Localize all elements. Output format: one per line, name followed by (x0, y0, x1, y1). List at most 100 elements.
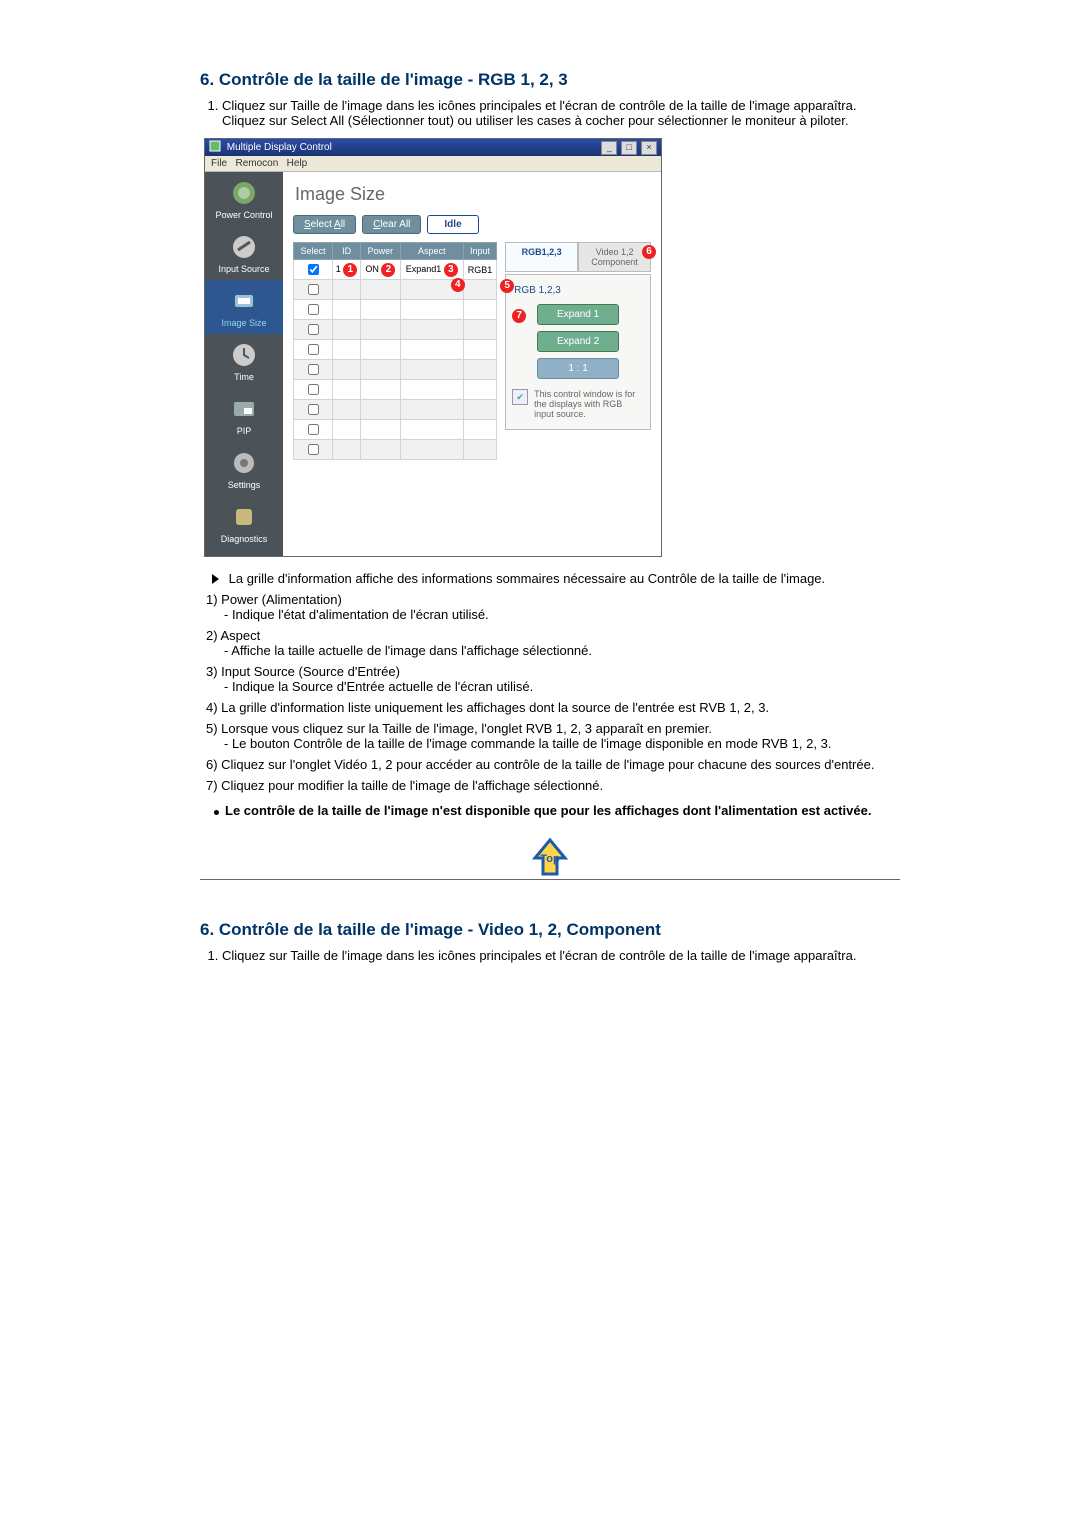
row-checkbox[interactable] (308, 304, 319, 315)
sidebar-item-diagnostics[interactable]: Diagnostics (205, 496, 283, 550)
sidebar-item-input-source[interactable]: Input Source (205, 226, 283, 280)
window-buttons: _ □ × (600, 139, 657, 156)
table-row[interactable] (294, 380, 497, 400)
info-grid-area: Select ID Power Aspect Input 1 1 ON 2 Ex… (293, 242, 497, 460)
section1-intro-item: Cliquez sur Taille de l'image dans les i… (222, 98, 900, 128)
desc-item-7: 7) Cliquez pour modifier la taille de l'… (206, 778, 900, 793)
power-icon (229, 178, 259, 208)
sidebar-label: PIP (205, 426, 283, 436)
desc-3-text: - Indique la Source d'Entrée actuelle de… (224, 679, 900, 694)
description-list: 1) Power (Alimentation) - Indique l'état… (206, 592, 900, 793)
table-row[interactable] (294, 440, 497, 460)
right-panel: RGB1,2,3 Video 1,2 Component6 5 RGB 1,2,… (505, 242, 651, 460)
col-power: Power (361, 243, 401, 260)
tab-rgb[interactable]: RGB1,2,3 (505, 242, 578, 272)
desc-3-title: 3) Input Source (Source d'Entrée) (206, 664, 400, 679)
col-id: ID (333, 243, 361, 260)
table-row[interactable] (294, 340, 497, 360)
gear-icon (229, 448, 259, 478)
desc-5-text: - Le bouton Contrôle de la taille de l'i… (224, 736, 900, 751)
maximize-button[interactable]: □ (621, 141, 637, 155)
table-row[interactable]: 4 (294, 280, 497, 300)
main-panel: Image Size SSelect Allelect All Clear Al… (283, 172, 661, 556)
callout-2: 2 (381, 263, 395, 277)
clear-all-button[interactable]: Clear All (362, 215, 421, 234)
sidebar-label: Diagnostics (205, 534, 283, 544)
row-checkbox[interactable] (308, 444, 319, 455)
tab-video[interactable]: Video 1,2 Component6 (578, 242, 651, 272)
desc-1-title: 1) Power (Alimentation) (206, 592, 342, 607)
idle-button[interactable]: Idle (427, 215, 478, 234)
tab-rgb-label: RGB1,2,3 (522, 247, 562, 257)
onetoone-button[interactable]: 1 : 1 (537, 358, 619, 379)
info-grid: Select ID Power Aspect Input 1 1 ON 2 Ex… (293, 242, 497, 460)
size-panel: 5 RGB 1,2,3 7 Expand 1 Expand 2 1 : 1 ✔ … (505, 274, 651, 430)
row-checkbox[interactable] (308, 344, 319, 355)
table-row[interactable]: 1 1 ON 2 Expand1 3 RGB1 (294, 260, 497, 280)
input-source-icon (229, 232, 259, 262)
section2-intro-list: Cliquez sur Taille de l'image dans les i… (200, 948, 900, 963)
row-checkbox[interactable] (308, 364, 319, 375)
callout-4: 4 (451, 278, 465, 292)
info-line-text: La grille d'information affiche des info… (229, 571, 826, 586)
callout-5: 5 (500, 279, 514, 293)
row-checkbox[interactable] (308, 384, 319, 395)
sidebar-label: Image Size (205, 318, 283, 328)
expand1-button[interactable]: Expand 1 (537, 304, 619, 325)
diagnostics-icon (229, 502, 259, 532)
callout-1: 1 (343, 263, 357, 277)
sidebar-item-image-size[interactable]: Image Size (205, 280, 283, 334)
menu-remocon[interactable]: Remocon (235, 158, 278, 169)
bold-note-text: Le contrôle de la taille de l'image n'es… (225, 803, 871, 818)
minimize-button[interactable]: _ (601, 141, 617, 155)
note-icon: ✔ (512, 389, 528, 405)
triangle-icon (212, 574, 219, 584)
time-icon (229, 340, 259, 370)
sidebar: Power Control Input Source Image Size (205, 172, 283, 556)
row-checkbox[interactable] (308, 284, 319, 295)
bullet-icon (214, 810, 219, 815)
sidebar-item-power-control[interactable]: Power Control (205, 172, 283, 226)
row-checkbox[interactable] (308, 404, 319, 415)
section2-intro-item: Cliquez sur Taille de l'image dans les i… (222, 948, 900, 963)
expand2-button[interactable]: Expand 2 (537, 331, 619, 352)
menu-help[interactable]: Help (287, 158, 308, 169)
sidebar-item-settings[interactable]: Settings (205, 442, 283, 496)
col-aspect: Aspect (400, 243, 463, 260)
col-input: Input (463, 243, 496, 260)
table-row[interactable] (294, 320, 497, 340)
section1-intro-list: Cliquez sur Taille de l'image dans les i… (200, 98, 900, 128)
separator (200, 879, 900, 880)
size-subtitle: RGB 1,2,3 (514, 285, 642, 296)
section1-heading: 6. Contrôle de la taille de l'image - RG… (200, 70, 900, 90)
row-checkbox[interactable] (308, 324, 319, 335)
cell-id: 1 1 (333, 260, 361, 280)
table-row[interactable] (294, 400, 497, 420)
info-line: La grille d'information affiche des info… (212, 571, 900, 586)
cell-power: ON 2 (361, 260, 401, 280)
sidebar-item-pip[interactable]: PIP (205, 388, 283, 442)
image-size-icon (229, 286, 259, 316)
bold-note: Le contrôle de la taille de l'image n'es… (214, 803, 900, 818)
table-row[interactable] (294, 300, 497, 320)
titlebar-title: Multiple Display Control (209, 139, 332, 156)
desc-item-2: 2) Aspect - Affiche la taille actuelle d… (206, 628, 900, 658)
panel-title: Image Size (295, 184, 651, 205)
desc-item-3: 3) Input Source (Source d'Entrée) - Indi… (206, 664, 900, 694)
row-checkbox[interactable] (308, 264, 319, 275)
desc-item-1: 1) Power (Alimentation) - Indique l'état… (206, 592, 900, 622)
back-to-top-button[interactable]: Top (527, 836, 573, 865)
sidebar-label: Time (205, 372, 283, 382)
sidebar-item-time[interactable]: Time (205, 334, 283, 388)
desc-item-6: 6) Cliquez sur l'onglet Vidéo 1, 2 pour … (206, 757, 900, 772)
menu-file[interactable]: File (211, 158, 227, 169)
row-checkbox[interactable] (308, 424, 319, 435)
note-box: ✔ This control window is for the display… (512, 389, 644, 419)
table-row[interactable] (294, 360, 497, 380)
table-row[interactable] (294, 420, 497, 440)
desc-2-text: - Affiche la taille actuelle de l'image … (224, 643, 900, 658)
menubar: File Remocon Help (205, 156, 661, 172)
select-all-button[interactable]: SSelect Allelect All (293, 215, 356, 234)
sidebar-label: Settings (205, 480, 283, 490)
close-button[interactable]: × (641, 141, 657, 155)
